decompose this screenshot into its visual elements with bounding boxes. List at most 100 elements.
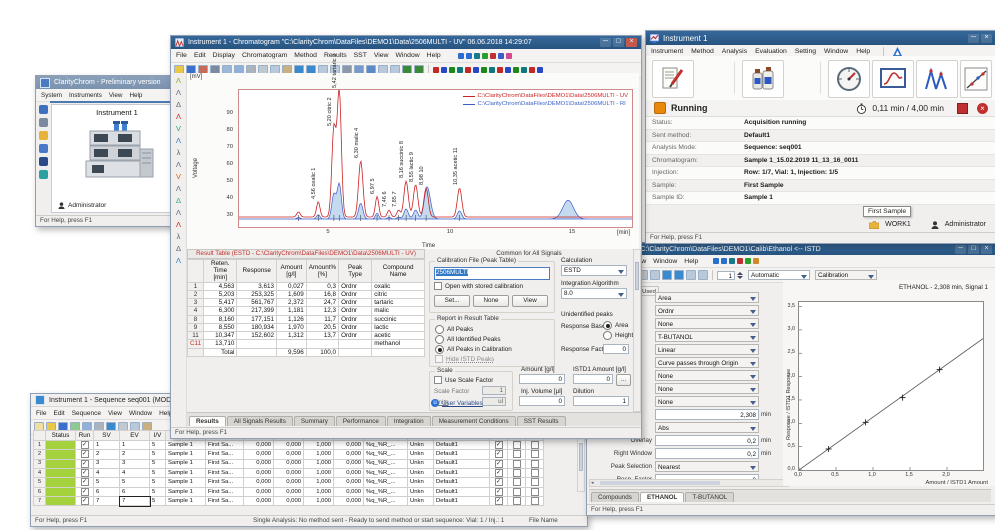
calibration-file-input[interactable]: 2506MULTI bbox=[434, 267, 550, 280]
minimize-button[interactable]: ─ bbox=[968, 34, 979, 43]
checkbox-cell[interactable] bbox=[526, 478, 544, 487]
project-name[interactable]: WORK1 bbox=[885, 221, 911, 228]
calibration-icon[interactable] bbox=[960, 60, 992, 98]
menu-window[interactable]: Window bbox=[653, 258, 677, 265]
signal-spinner[interactable]: 1 bbox=[717, 271, 735, 280]
column-header[interactable] bbox=[188, 260, 204, 283]
tab-all-signals-results[interactable]: All Signals Results bbox=[227, 416, 293, 426]
hplc-instrument-image[interactable] bbox=[72, 121, 162, 183]
color-swatch-icon[interactable] bbox=[482, 53, 488, 59]
color-swatch-icon[interactable] bbox=[753, 258, 759, 264]
compound-param-select[interactable]: None bbox=[655, 370, 759, 381]
slope-tool-icon[interactable]: Δ bbox=[176, 243, 181, 254]
title-bar[interactable]: Instrument 1 ─× bbox=[646, 31, 995, 45]
menu-evaluation[interactable]: Evaluation bbox=[755, 48, 787, 55]
gear-icon[interactable] bbox=[39, 118, 48, 127]
radio-height[interactable]: Height bbox=[603, 331, 633, 340]
view-select[interactable]: Calibration bbox=[815, 270, 877, 280]
menu-help[interactable]: Help bbox=[129, 92, 142, 99]
units-field[interactable]: ul bbox=[482, 397, 506, 406]
sequence-row[interactable]: 3✓335Sample 1First Sa...0,0000,0001,0000… bbox=[34, 459, 544, 468]
menu-edit[interactable]: Edit bbox=[194, 52, 206, 59]
dilution-field[interactable]: 1 bbox=[573, 396, 629, 406]
menu-view[interactable]: View bbox=[108, 410, 122, 417]
tab-measurement-conditions[interactable]: Measurement Conditions bbox=[432, 416, 516, 426]
tab-results[interactable]: Results bbox=[189, 416, 226, 426]
mobile-phase-icon[interactable] bbox=[742, 60, 784, 98]
color-swatch-icon[interactable] bbox=[729, 258, 735, 264]
compound-param-select[interactable]: None bbox=[655, 318, 759, 329]
checkbox-cell[interactable] bbox=[526, 450, 544, 459]
menu-file[interactable]: File bbox=[36, 410, 46, 417]
checkbox-cell[interactable] bbox=[508, 497, 526, 506]
lock-tool-icon[interactable]: Λ bbox=[176, 207, 181, 218]
checkbox-cell[interactable]: ✓ bbox=[76, 497, 94, 506]
menu-edit[interactable]: Edit bbox=[53, 410, 64, 417]
monitor-icon[interactable] bbox=[39, 144, 48, 153]
menu-setting[interactable]: Setting bbox=[795, 48, 816, 55]
column-header[interactable]: SV bbox=[94, 431, 120, 441]
compound-param-select[interactable]: Linear bbox=[655, 344, 759, 355]
scale-factor-field[interactable]: 1 bbox=[482, 386, 506, 395]
checkbox-cell[interactable] bbox=[508, 487, 526, 496]
minimize-button[interactable]: ─ bbox=[955, 245, 966, 254]
column-header[interactable]: Amount% [%] bbox=[306, 260, 338, 283]
istd-amount-field[interactable]: 0 bbox=[573, 374, 613, 384]
menu-view[interactable]: View bbox=[374, 52, 389, 59]
cancel-tool-icon[interactable]: Λ bbox=[176, 219, 181, 230]
copy-icon[interactable] bbox=[650, 270, 660, 280]
result-table[interactable]: Reten. Time [min]ResponseAmount [g/l]Amo… bbox=[187, 259, 425, 357]
column-header[interactable]: Peak Type bbox=[339, 260, 372, 283]
calibration-plot-area[interactable] bbox=[798, 301, 984, 471]
color-swatch-icon[interactable] bbox=[490, 53, 496, 59]
compound-param-field[interactable]: 0,2 bbox=[655, 435, 759, 446]
checkbox-cell[interactable]: ✓ bbox=[490, 459, 508, 468]
baseline-tool-icon[interactable]: Δ bbox=[176, 99, 181, 110]
compound-param-select[interactable]: Area bbox=[655, 292, 759, 303]
compound-param-select[interactable]: Abs bbox=[655, 422, 759, 433]
compound-param-select[interactable]: Curve passes through Origin bbox=[655, 357, 759, 368]
checkbox-cell[interactable] bbox=[508, 450, 526, 459]
column-header[interactable]: EV bbox=[120, 431, 150, 441]
result-row[interactable]: 88,160177,1511,12611,7Ordnrsuccinic bbox=[188, 315, 425, 323]
column-header[interactable]: Response bbox=[237, 260, 277, 283]
compound-param-select[interactable]: None bbox=[655, 396, 759, 407]
tab-sst-results[interactable]: SST Results bbox=[517, 416, 566, 426]
close-button[interactable]: × bbox=[981, 245, 992, 254]
istd-browse-button[interactable]: ... bbox=[616, 374, 631, 386]
negative-peak-icon[interactable]: V bbox=[176, 171, 181, 182]
calculation-select[interactable]: ESTD bbox=[561, 265, 627, 276]
checkbox-cell[interactable]: ✓ bbox=[76, 478, 94, 487]
compound-param-select[interactable]: None bbox=[655, 383, 759, 394]
tab-t-butanol[interactable]: T-BUTANOL bbox=[685, 492, 734, 502]
menu-view[interactable]: View bbox=[109, 92, 123, 99]
result-row[interactable]: Total9,596100,0 bbox=[188, 348, 425, 356]
amount-field[interactable]: 0 bbox=[519, 374, 565, 384]
checkbox-cell[interactable] bbox=[508, 478, 526, 487]
chromatogram-plot-area[interactable]: C:\ClarityChrom\DataFiles\DEMO1\Data\250… bbox=[238, 89, 633, 228]
result-row[interactable]: 1110,347152,6021,31213,7Ordnracetic bbox=[188, 332, 425, 340]
checkbox-cell[interactable] bbox=[526, 459, 544, 468]
tab-compounds[interactable]: Compounds bbox=[591, 492, 639, 502]
color-swatch-icon[interactable] bbox=[498, 53, 504, 59]
mode-select[interactable]: Automatic bbox=[748, 270, 810, 280]
instrument-panel[interactable]: Instrument 1 Administrator bbox=[51, 104, 183, 213]
tab-integration[interactable]: Integration bbox=[387, 416, 431, 426]
title-bar[interactable]: Calibration C:\ClarityChrom\DataFiles\DE… bbox=[587, 243, 995, 255]
together-tool-icon[interactable]: Λ bbox=[176, 135, 181, 146]
user-icon[interactable] bbox=[39, 105, 48, 114]
undo-icon[interactable] bbox=[662, 270, 672, 280]
menu-system[interactable]: System bbox=[41, 92, 62, 99]
checkbox-cell[interactable] bbox=[526, 497, 544, 506]
compound-param-select[interactable]: T-BUTANOL bbox=[655, 331, 759, 342]
tab-performance[interactable]: Performance bbox=[336, 416, 386, 426]
checkbox-cell[interactable] bbox=[508, 441, 526, 450]
stored-calibration-checkbox[interactable]: Open with stored calibration bbox=[434, 282, 523, 290]
checkbox-cell[interactable]: ✓ bbox=[76, 459, 94, 468]
stop-button[interactable] bbox=[957, 103, 968, 114]
device-monitor-icon[interactable] bbox=[828, 60, 870, 98]
method-setup-icon[interactable] bbox=[652, 60, 694, 98]
use-scale-factor-checkbox[interactable]: Use Scale Factor bbox=[434, 376, 493, 384]
single-analysis-icon[interactable] bbox=[872, 60, 914, 98]
reject-peak-icon[interactable]: Λ bbox=[176, 111, 181, 122]
